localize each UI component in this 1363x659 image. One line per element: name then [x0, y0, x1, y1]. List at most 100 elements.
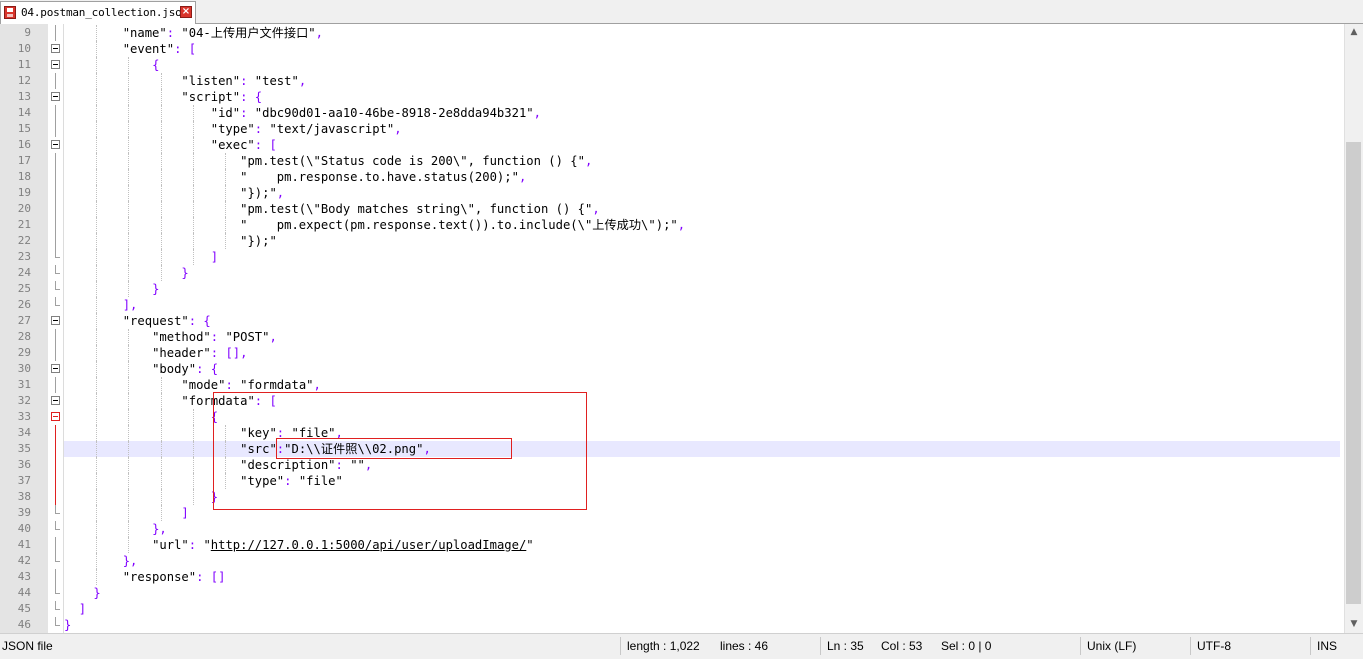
code-line[interactable]: 41 "url": "http://127.0.0.1:5000/api/use…: [0, 537, 1344, 553]
file-tab[interactable]: 04.postman_collection.json ×: [0, 1, 196, 24]
code-text: }: [93, 586, 101, 600]
code-line[interactable]: 29 "header": [],: [0, 345, 1344, 361]
code-line[interactable]: 12 "listen": "test",: [0, 73, 1344, 89]
code-text: "mode": "formdata",: [181, 378, 321, 392]
code-line[interactable]: 28 "method": "POST",: [0, 329, 1344, 345]
code-line[interactable]: 40 },: [0, 521, 1344, 537]
line-number: 35: [17, 442, 31, 455]
code-line[interactable]: 9 "name": "04-上传用户文件接口",: [0, 25, 1344, 41]
code-text: "body": {: [152, 362, 219, 376]
fold-end-marker: [55, 505, 60, 514]
code-line[interactable]: 23 ]: [0, 249, 1344, 265]
vertical-scrollbar[interactable]: ▲ ▼: [1344, 24, 1363, 633]
code-line[interactable]: 34 "key": "file",: [0, 425, 1344, 441]
scrollbar-thumb[interactable]: [1346, 142, 1361, 604]
code-line[interactable]: 31 "mode": "formdata",: [0, 377, 1344, 393]
code-text: "src":"D:\\证件照\\02.png",: [240, 442, 431, 456]
status-mode: INS: [1317, 639, 1338, 653]
code-line[interactable]: 46}: [0, 617, 1344, 633]
code-line[interactable]: 16 "exec": [: [0, 137, 1344, 153]
code-text: "header": [],: [152, 346, 248, 360]
scroll-up-icon[interactable]: ▲: [1345, 24, 1363, 41]
code-line[interactable]: 27 "request": {: [0, 313, 1344, 329]
fold-toggle-icon[interactable]: [51, 44, 60, 53]
code-text: "});": [240, 234, 277, 248]
code-line[interactable]: 15 "type": "text/javascript",: [0, 121, 1344, 137]
code-text: },: [122, 554, 138, 568]
code-text: "script": {: [181, 90, 263, 104]
code-text: "listen": "test",: [181, 74, 307, 88]
code-line[interactable]: 36 "description": "",: [0, 457, 1344, 473]
close-icon[interactable]: ×: [180, 6, 192, 18]
fold-line: [55, 425, 56, 441]
line-number: 25: [17, 282, 31, 295]
code-line[interactable]: 32 "formdata": [: [0, 393, 1344, 409]
code-line[interactable]: 42 },: [0, 553, 1344, 569]
line-number: 41: [17, 538, 31, 551]
status-sel: Sel : 0 | 0: [941, 639, 992, 653]
fold-line: [55, 457, 56, 473]
code-line[interactable]: 38 }: [0, 489, 1344, 505]
line-number: 13: [17, 90, 31, 103]
line-number: 32: [17, 394, 31, 407]
code-line[interactable]: 26 ],: [0, 297, 1344, 313]
code-line[interactable]: 37 "type": "file": [0, 473, 1344, 489]
status-eol: Unix (LF): [1087, 639, 1137, 653]
fold-toggle-icon[interactable]: [51, 140, 60, 149]
code-line[interactable]: 33 {: [0, 409, 1344, 425]
code-line[interactable]: 14 "id": "dbc90d01-aa10-46be-8918-2e8dda…: [0, 105, 1344, 121]
code-line[interactable]: 30 "body": {: [0, 361, 1344, 377]
fold-toggle-icon[interactable]: [51, 92, 60, 101]
fold-toggle-icon[interactable]: [51, 316, 60, 325]
fold-end-marker: [55, 249, 60, 258]
line-number: 23: [17, 250, 31, 263]
fold-line: [55, 25, 56, 41]
code-text: "response": []: [122, 570, 226, 584]
fold-toggle-icon[interactable]: [51, 60, 60, 69]
code-line[interactable]: 44 }: [0, 585, 1344, 601]
fold-toggle-icon[interactable]: [51, 412, 60, 421]
code-line[interactable]: 43 "response": []: [0, 569, 1344, 585]
status-length: length : 1,022: [627, 639, 700, 653]
code-text: "url": "http://127.0.0.1:5000/api/user/u…: [152, 538, 534, 552]
save-icon: [4, 6, 16, 19]
fold-end-marker: [55, 617, 60, 626]
fold-line: [55, 153, 56, 169]
fold-line: [55, 489, 56, 505]
code-text: "exec": [: [210, 138, 277, 152]
code-text: "description": "",: [240, 458, 373, 472]
line-number: 44: [17, 586, 31, 599]
code-text: "id": "dbc90d01-aa10-46be-8918-2e8dda94b…: [210, 106, 541, 120]
line-number: 15: [17, 122, 31, 135]
code-line[interactable]: 21 " pm.expect(pm.response.text()).to.in…: [0, 217, 1344, 233]
code-line[interactable]: 20 "pm.test(\"Body matches string\", fun…: [0, 201, 1344, 217]
code-line[interactable]: 24 }: [0, 265, 1344, 281]
code-line[interactable]: 18 " pm.response.to.have.status(200);",: [0, 169, 1344, 185]
line-number: 33: [17, 410, 31, 423]
code-line[interactable]: 11 {: [0, 57, 1344, 73]
fold-line: [55, 73, 56, 89]
code-line[interactable]: 45 ]: [0, 601, 1344, 617]
fold-line: [55, 441, 56, 457]
code-line[interactable]: 35 "src":"D:\\证件照\\02.png",: [0, 441, 1344, 457]
code-editor[interactable]: 9 "name": "04-上传用户文件接口", 10 "event": [11 …: [0, 24, 1344, 633]
fold-toggle-icon[interactable]: [51, 396, 60, 405]
code-text: "pm.test(\"Status code is 200\", functio…: [240, 154, 593, 168]
code-line[interactable]: 13 "script": {: [0, 89, 1344, 105]
status-col: Col : 53: [881, 639, 923, 653]
line-number: 42: [17, 554, 31, 567]
scroll-down-icon[interactable]: ▼: [1345, 616, 1363, 633]
line-number: 31: [17, 378, 31, 391]
code-line[interactable]: 22 "});": [0, 233, 1344, 249]
code-line[interactable]: 25 }: [0, 281, 1344, 297]
fold-toggle-icon[interactable]: [51, 364, 60, 373]
status-ln: Ln : 35: [827, 639, 864, 653]
code-line[interactable]: 39 ]: [0, 505, 1344, 521]
code-line[interactable]: 17 "pm.test(\"Status code is 200\", func…: [0, 153, 1344, 169]
code-line[interactable]: 10 "event": [: [0, 41, 1344, 57]
code-text: "event": [: [122, 42, 197, 56]
code-text: "request": {: [122, 314, 211, 328]
code-line[interactable]: 19 "});",: [0, 185, 1344, 201]
code-text: " pm.response.to.have.status(200);",: [240, 170, 527, 184]
line-number: 46: [17, 618, 31, 631]
